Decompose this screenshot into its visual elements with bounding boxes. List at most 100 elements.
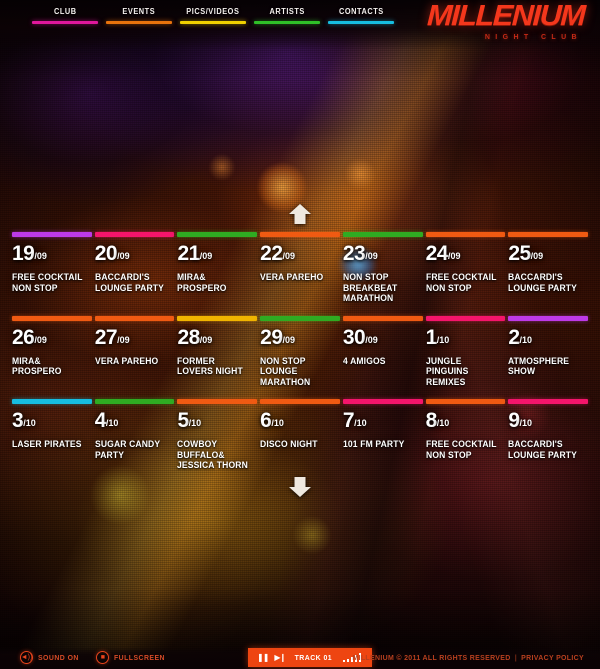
event-date: 5/10 [177,410,254,435]
event-title: VERA PAREHO [94,355,159,366]
event-card[interactable]: 20/09 BACCARDI'S LOUNGE PARTY [95,243,175,304]
event-title: COWBOY BUFFALO& JESSICA THORN [177,439,249,470]
event-card[interactable]: 23/09 NON STOP BREAKBEAT MARATHON [343,243,423,304]
nav-item-underline [32,21,98,24]
event-date: 4/10 [95,410,172,435]
pause-icon[interactable]: ❚❚ [257,653,269,662]
event-card[interactable]: 7/10 101 FM PARTY [343,410,423,471]
event-date: 1/10 [426,327,503,352]
privacy-policy-link[interactable]: PRIVACY POLICY [521,653,584,662]
event-card[interactable]: 22/09 VERA PAREHO [260,243,340,304]
event-title: FREE COCKTAIL NON STOP [425,272,497,293]
event-card[interactable]: 8/10 FREE COCKTAIL NON STOP [426,410,506,471]
event-day: 28 [177,325,200,349]
sound-toggle-button[interactable]: ◄)) SOUND ON [20,651,82,664]
event-title: FORMER LOVERS NIGHT [177,355,244,377]
event-card[interactable]: 25/09 BACCARDI'S LOUNGE PARTY [508,243,588,304]
event-month: /09 [282,334,296,345]
event-day: 5 [177,409,189,432]
scroll-down-button[interactable] [288,476,312,498]
event-day: 29 [260,325,283,349]
calendar-row-color-bars [12,399,589,404]
calendar-row-cells: 3/10 LASER PIRATES 4/10 SUGAR CANDY PARTY 5/… [12,404,588,471]
logo-wordmark: MILLENIUM [426,0,585,32]
track-label: TRACK 01 [294,653,333,662]
nav-item-underline [254,21,320,24]
calendar-color-bar [342,232,423,237]
event-title: FREE COCKTAIL NON STOP [12,272,83,293]
event-card[interactable]: 5/10 COWBOY BUFFALO& JESSICA THORN [177,410,257,471]
event-date: 29/09 [260,327,337,352]
event-month: /09 [117,251,130,261]
calendar-color-bar [177,399,258,404]
event-month: /09 [34,334,47,345]
calendar-row: 19/09 FREE COCKTAIL NON STOP 20/09 BACCARDI… [12,232,589,304]
calendar-row: 26/09 MIRA& PROSPERO 27/09 VERA PAREHO 28/09… [12,315,589,388]
event-month: /09 [530,251,544,261]
calendar-row-color-bars [12,232,589,237]
event-card[interactable]: 26/09 MIRA& PROSPERO [12,327,92,388]
event-card[interactable]: 4/10 SUGAR CANDY PARTY [95,410,175,471]
event-card[interactable]: 2/10 ATMOSPHERE SHOW [508,327,588,388]
nav-item-label: CLUB [53,7,77,16]
event-day: 24 [425,242,449,265]
page-root: CLUB EVENTS PICS/VIDEOS ARTISTS CONTACTS MIL… [0,0,600,669]
event-card[interactable]: 9/10 BACCARDI'S LOUNGE PARTY [508,410,588,471]
site-footer: ◄)) SOUND ON ■ FULLSCREEN ❚❚ ▶❙ TRACK 01… [0,647,600,669]
calendar-color-bar [12,399,92,404]
nav-item-contacts[interactable]: CONTACTS [324,0,398,30]
event-card[interactable]: 30/09 4 AMIGOS [343,327,423,388]
event-title: JUNGLE PINGUINS REMIXES [425,355,469,387]
nav-item-pics-videos[interactable]: PICS/VIDEOS [176,0,250,30]
site-logo[interactable]: MILLENIUM NIGHT CLUB [426,0,585,41]
event-card[interactable]: 19/09 FREE COCKTAIL NON STOP [12,243,92,304]
nav-item-events[interactable]: EVENTS [102,0,176,30]
event-day: 25 [508,242,531,265]
event-day: 30 [342,325,366,349]
event-day: 9 [508,409,520,432]
calendar-color-bar [260,399,340,404]
event-month: /10 [271,418,284,428]
nav-item-underline [328,21,394,24]
event-card[interactable]: 21/09 MIRA& PROSPERO [177,243,257,304]
event-card[interactable]: 6/10 DISCO NIGHT [260,410,340,471]
scroll-up-button[interactable] [288,203,312,225]
event-title: NON STOP BREAKBEAT MARATHON [342,272,398,303]
event-date: 27/09 [95,327,172,352]
calendar-row-cells: 26/09 MIRA& PROSPERO 27/09 VERA PAREHO 28/09… [12,321,588,388]
nav-item-club[interactable]: CLUB [28,0,102,30]
event-card[interactable]: 28/09 FORMER LOVERS NIGHT [177,327,257,388]
event-month: /10 [23,418,36,428]
calendar-color-bar [425,232,506,237]
event-day: 2 [508,325,520,349]
nav-item-label: PICS/VIDEOS [186,7,240,16]
speaker-icon: ◄)) [20,651,33,664]
event-card[interactable]: 27/09 VERA PAREHO [95,327,175,388]
arrow-up-icon [289,204,311,224]
event-title: BACCARDI'S LOUNGE PARTY [508,439,578,460]
event-month: /09 [447,251,461,261]
event-title: VERA PAREHO [260,272,324,282]
event-card[interactable]: 29/09 NON STOP LOUNGE MARATHON [260,327,340,388]
event-month: /10 [105,418,119,428]
next-track-icon[interactable]: ▶❙ [274,653,286,662]
event-card[interactable]: 24/09 FREE COCKTAIL NON STOP [426,243,506,304]
event-card[interactable]: 1/10 JUNGLE PINGUINS REMIXES [426,327,506,388]
legal-separator: | [514,653,518,662]
event-title: ATMOSPHERE SHOW [508,355,570,377]
nav-item-artists[interactable]: ARTISTS [250,0,324,30]
event-month: /09 [365,334,378,345]
sound-toggle-label: SOUND ON [38,653,79,662]
main-navigation: CLUB EVENTS PICS/VIDEOS ARTISTS CONTACTS [28,0,398,30]
event-date: 28/09 [177,327,254,352]
event-card[interactable]: 3/10 LASER PIRATES [12,410,92,471]
calendar-color-bar [508,232,589,237]
event-day: 6 [260,409,272,432]
event-month: /09 [199,251,213,261]
fullscreen-button[interactable]: ■ FULLSCREEN [96,651,169,664]
nav-item-label: CONTACTS [338,7,384,16]
arrow-down-icon [289,477,311,497]
nav-item-label: EVENTS [122,7,156,16]
copyright-text: MILLENIUM © 2011 ALL RIGHTS RESERVED [352,653,511,662]
event-month: /09 [365,251,378,261]
